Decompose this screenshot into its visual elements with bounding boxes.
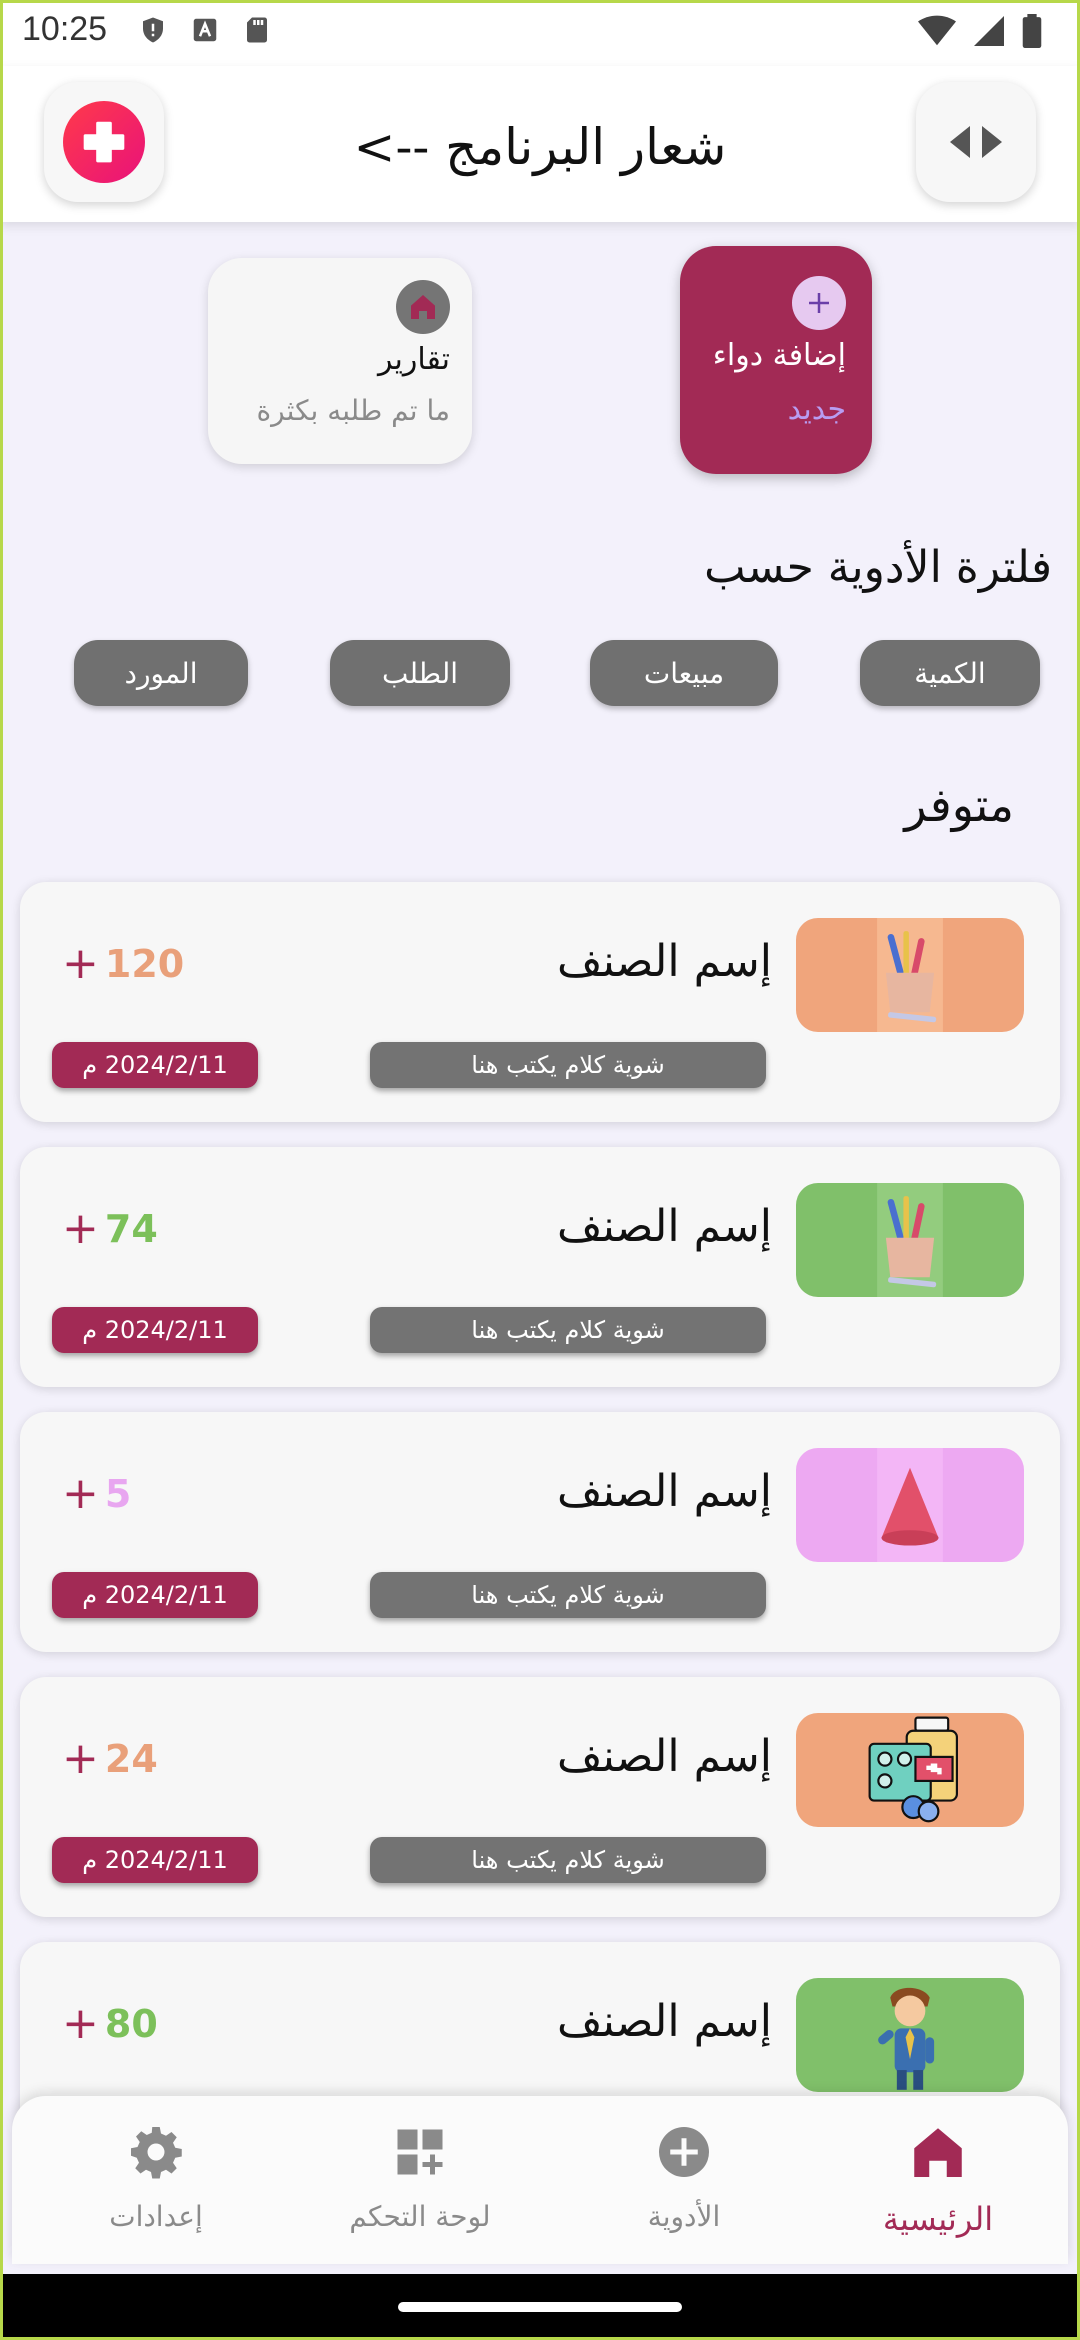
filter-chip-demand[interactable]: الطلب	[330, 640, 510, 706]
add-medicine-title: إضافة دواء	[712, 338, 846, 373]
dashboard-icon	[397, 2129, 443, 2175]
list-item[interactable]: إسم الصنف + 5 شوية كلام يكتب هنا 2024/2/…	[20, 1412, 1060, 1652]
signal-icon	[974, 16, 1004, 46]
pencil-cup-icon	[796, 918, 1024, 1032]
item-date: 2024/2/11 م	[52, 1837, 258, 1883]
shield-icon	[143, 17, 163, 43]
item-date: 2024/2/11 م	[52, 1042, 258, 1088]
available-section-title: متوفر	[904, 778, 1014, 832]
plus-icon[interactable]: +	[62, 2002, 99, 2046]
plus-icon	[792, 276, 846, 330]
plus-icon[interactable]: +	[62, 1737, 99, 1781]
item-name: إسم الصنف	[557, 1201, 772, 1252]
plus-icon[interactable]: +	[62, 1472, 99, 1516]
item-quantity: + 24	[62, 1737, 158, 1782]
list-item[interactable]: إسم الصنف + 120 شوية كلام يكتب هنا 2024/…	[20, 882, 1060, 1122]
businessman-icon	[796, 1978, 1024, 2092]
cone-icon	[796, 1448, 1024, 1562]
filter-chip-sales[interactable]: مبيعات	[590, 640, 778, 706]
status-time: 10:25	[22, 10, 108, 48]
quantity-value: 24	[104, 1737, 158, 1781]
list-item[interactable]: إسم الصنف + 74 شوية كلام يكتب هنا 2024/2…	[20, 1147, 1060, 1387]
item-quantity: + 5	[62, 1472, 132, 1517]
app-bar: شعار البرنامج -->	[0, 66, 1080, 222]
filter-title: فلترة الأدوية حسب	[704, 542, 1052, 593]
home-icon	[396, 280, 450, 334]
code-toggle-button[interactable]	[916, 82, 1036, 202]
reports-subtitle: ما تم طلبه بكثرة	[256, 394, 451, 427]
nav-home[interactable]: الرئيسية	[828, 2122, 1048, 2238]
item-quantity: + 80	[62, 2002, 158, 2047]
nav-medicines-label: الأدوية	[647, 2200, 721, 2233]
quantity-value: 120	[104, 942, 185, 986]
nav-dashboard[interactable]: لوحة التحكم	[310, 2122, 530, 2233]
reports-title: تقارير	[377, 342, 450, 377]
wifi-icon	[918, 15, 956, 46]
quantity-value: 80	[104, 2002, 158, 2046]
nav-home-label: الرئيسية	[882, 2200, 994, 2238]
item-date: 2024/2/11 م	[52, 1572, 258, 1618]
nav-settings-label: إعدادات	[109, 2200, 203, 2233]
add-medicine-card[interactable]: إضافة دواء جديد	[680, 246, 872, 474]
home-gesture-handle[interactable]	[398, 2302, 682, 2312]
item-description: شوية كلام يكتب هنا	[370, 1307, 766, 1353]
system-navigation-bar	[0, 2274, 1080, 2340]
item-name: إسم الصنف	[557, 1996, 772, 2047]
nav-dashboard-label: لوحة التحكم	[349, 2200, 491, 2233]
reports-card[interactable]: تقارير ما تم طلبه بكثرة	[208, 258, 472, 464]
gear-icon	[131, 2127, 182, 2179]
sd-card-icon	[247, 17, 267, 43]
quantity-value: 5	[104, 1472, 132, 1516]
plus-icon[interactable]: +	[62, 942, 99, 986]
list-item[interactable]: إسم الصنف + 24 شوية كلام يكتب هنا 2024/2…	[20, 1677, 1060, 1917]
nav-medicines[interactable]: الأدوية	[574, 2122, 794, 2233]
battery-icon	[1022, 14, 1042, 48]
bottom-navigation: إعدادات لوحة التحكم الأدوية الرئيسية	[12, 2096, 1068, 2264]
plus-icon[interactable]: +	[62, 1207, 99, 1251]
text-a-icon	[193, 18, 217, 42]
add-medicine-subtitle: جديد	[787, 392, 846, 427]
home-icon	[914, 2128, 962, 2177]
filter-chip-quantity[interactable]: الكمية	[860, 640, 1040, 706]
filter-chip-supplier[interactable]: المورد	[74, 640, 248, 706]
item-quantity: + 120	[62, 942, 185, 987]
plus-circle-icon	[659, 2127, 709, 2177]
pencil-cup-icon	[796, 1183, 1024, 1297]
item-name: إسم الصنف	[557, 1731, 772, 1782]
item-description: شوية كلام يكتب هنا	[370, 1572, 766, 1618]
nav-settings[interactable]: إعدادات	[46, 2122, 266, 2233]
item-description: شوية كلام يكتب هنا	[370, 1837, 766, 1883]
item-quantity: + 74	[62, 1207, 158, 1252]
medicine-pack-icon	[796, 1713, 1024, 1827]
item-name: إسم الصنف	[557, 1466, 772, 1517]
item-name: إسم الصنف	[557, 936, 772, 987]
status-bar: 10:25	[0, 0, 1080, 66]
item-description: شوية كلام يكتب هنا	[370, 1042, 766, 1088]
code-arrows-icon	[950, 122, 1002, 162]
item-date: 2024/2/11 م	[52, 1307, 258, 1353]
quantity-value: 74	[104, 1207, 158, 1251]
